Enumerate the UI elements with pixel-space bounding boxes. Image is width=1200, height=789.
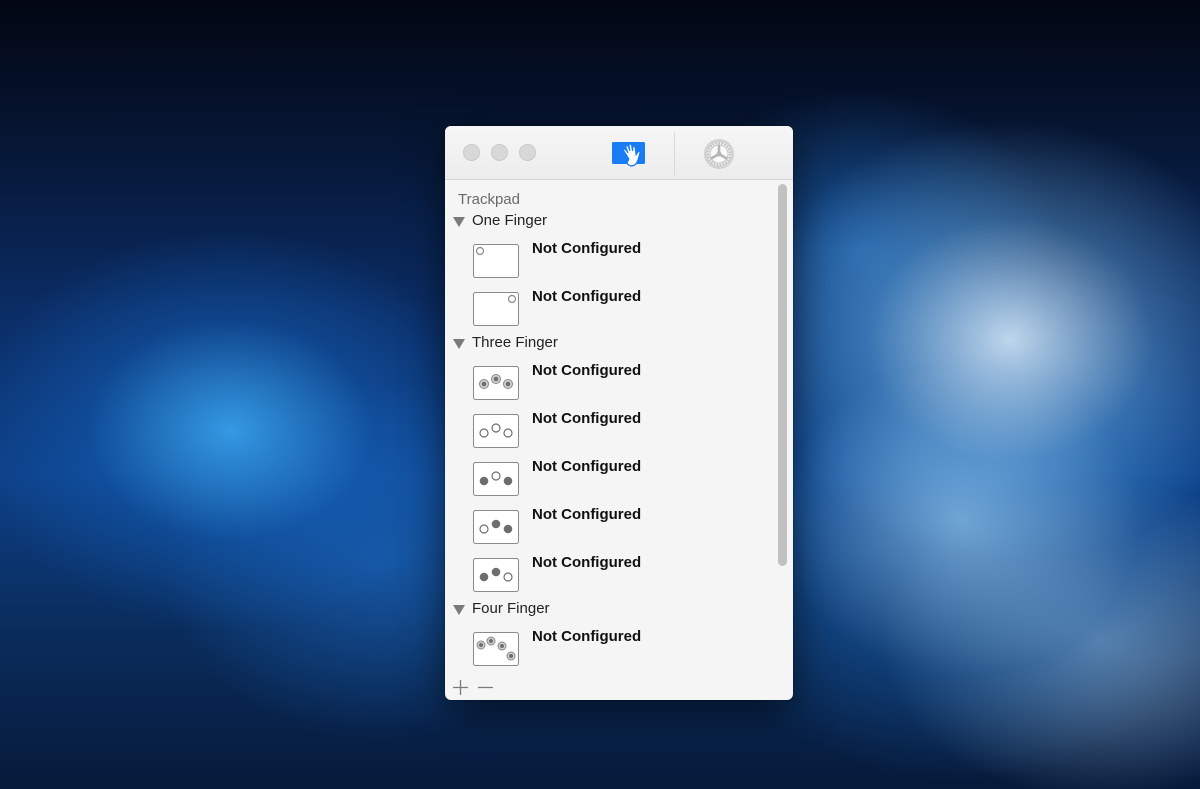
- add-button[interactable]: [452, 679, 469, 696]
- group-label: Four Finger: [472, 600, 550, 617]
- three-finger-middle-tap-icon: [473, 462, 519, 496]
- disclosure-triangle-icon[interactable]: [453, 216, 465, 227]
- tab-gestures[interactable]: [611, 139, 647, 169]
- item-label: Not Configured: [532, 410, 642, 427]
- three-finger-right-tap-icon: [473, 558, 519, 592]
- three-finger-tap-icon: [473, 414, 519, 448]
- list-item[interactable]: Not Configured: [473, 362, 763, 406]
- group-header-three-finger[interactable]: Three Finger: [453, 334, 558, 351]
- zoom-button[interactable]: [519, 144, 536, 161]
- group-label: Three Finger: [472, 334, 558, 351]
- group-header-four-finger[interactable]: Four Finger: [453, 600, 550, 617]
- remove-button[interactable]: [477, 679, 494, 696]
- minus-icon: [478, 686, 493, 689]
- app-window: Trackpad One Finger Not Configured Not C…: [445, 126, 793, 700]
- disclosure-triangle-icon[interactable]: [453, 604, 465, 615]
- item-label: Not Configured: [532, 554, 642, 571]
- four-finger-click-icon: [473, 632, 519, 666]
- section-title: Trackpad: [458, 191, 520, 208]
- three-finger-left-tap-icon: [473, 510, 519, 544]
- list-item[interactable]: Not Configured: [473, 628, 763, 672]
- item-label: Not Configured: [532, 458, 642, 475]
- list-item[interactable]: Not Configured: [473, 506, 763, 550]
- list-item[interactable]: Not Configured: [473, 240, 763, 284]
- vertical-scrollbar[interactable]: [778, 184, 787, 566]
- three-finger-click-icon: [473, 366, 519, 400]
- minimize-button[interactable]: [491, 144, 508, 161]
- hand-trackpad-icon: [612, 142, 645, 167]
- list-item[interactable]: Not Configured: [473, 458, 763, 502]
- close-button[interactable]: [463, 144, 480, 161]
- toolbar: [445, 126, 793, 180]
- list-item[interactable]: Not Configured: [473, 288, 763, 332]
- item-label: Not Configured: [532, 288, 642, 305]
- gear-icon: [704, 139, 734, 169]
- plus-icon: [453, 680, 468, 695]
- item-label: Not Configured: [532, 628, 642, 645]
- group-label: One Finger: [472, 212, 548, 229]
- tab-preferences[interactable]: [701, 139, 737, 169]
- item-label: Not Configured: [532, 240, 642, 257]
- list-item[interactable]: Not Configured: [473, 554, 763, 598]
- one-finger-top-left-icon: [473, 244, 519, 278]
- item-label: Not Configured: [532, 362, 642, 379]
- gesture-list: Trackpad One Finger Not Configured Not C…: [445, 180, 793, 700]
- item-label: Not Configured: [532, 506, 642, 523]
- list-item[interactable]: Not Configured: [473, 410, 763, 454]
- disclosure-triangle-icon[interactable]: [453, 338, 465, 349]
- toolbar-divider: [674, 132, 675, 176]
- group-header-one-finger[interactable]: One Finger: [453, 212, 547, 229]
- one-finger-top-right-icon: [473, 292, 519, 326]
